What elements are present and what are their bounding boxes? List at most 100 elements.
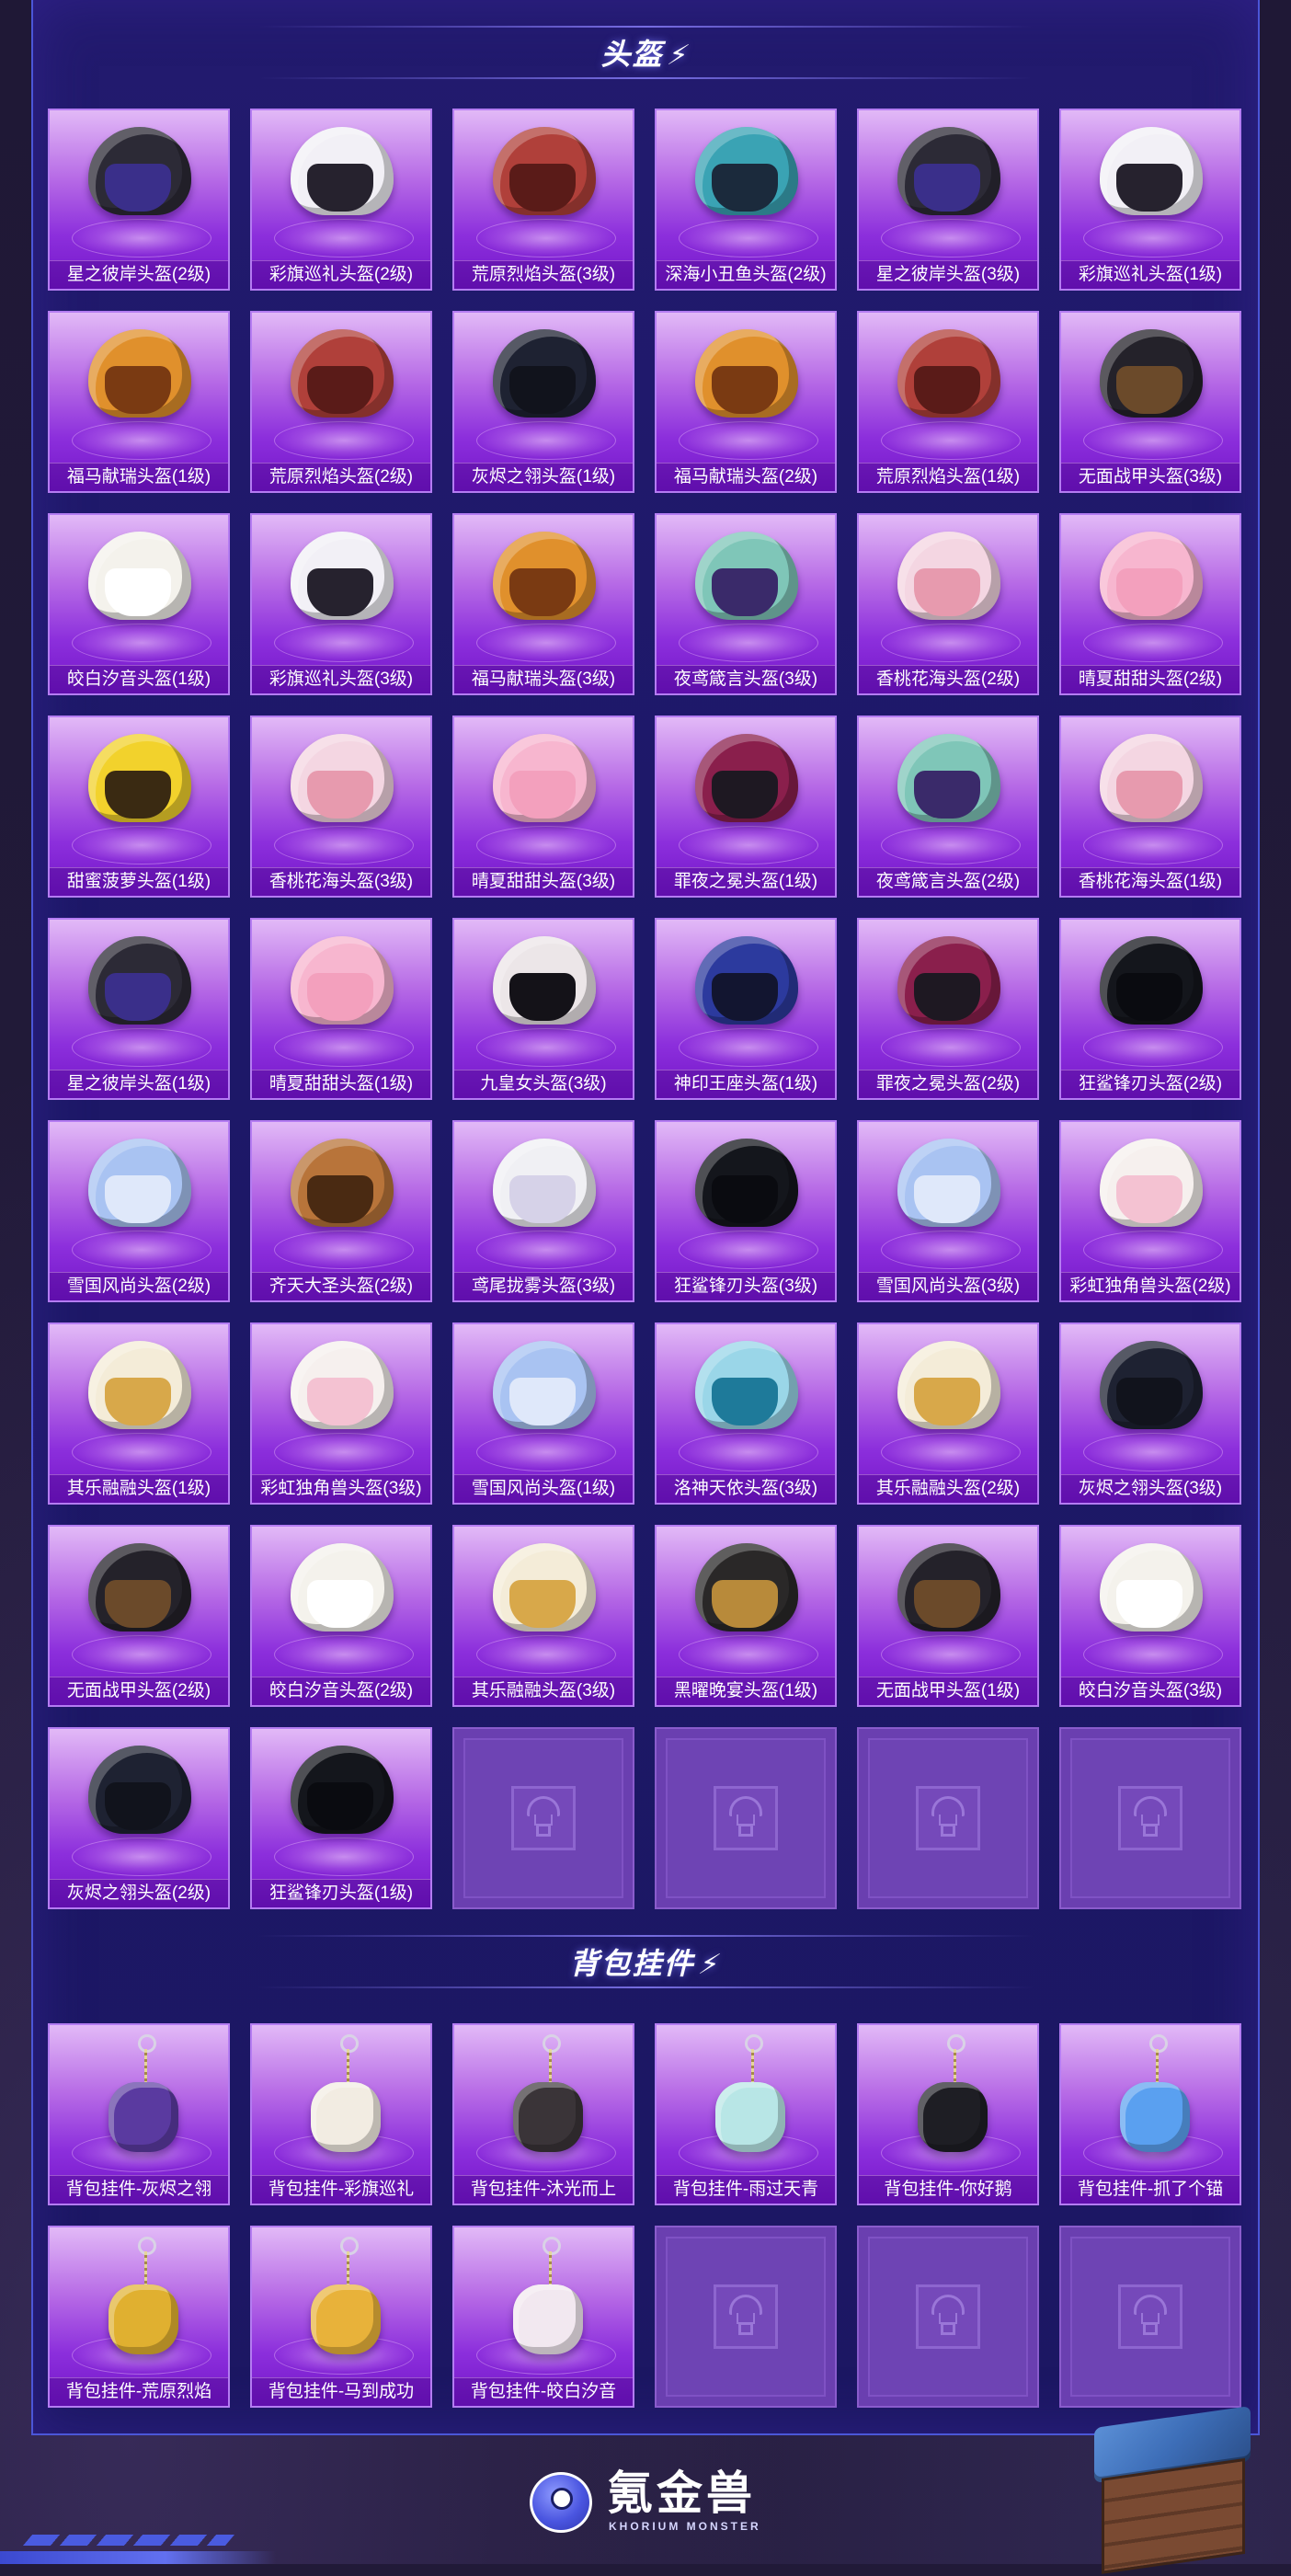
chain-shape (144, 2049, 147, 2086)
helmet-card[interactable]: 狂鲨锋刃头盔(2级) (1059, 918, 1241, 1100)
helmet-visor (105, 771, 171, 819)
helmet-card[interactable]: 晴夏甜甜头盔(1级) (250, 918, 432, 1100)
charm-card[interactable]: 背包挂件-灰烬之翎 (48, 2023, 230, 2205)
brand-name: 氪金兽 (607, 2467, 756, 2519)
helmet-card[interactable]: 福马献瑞头盔(1级) (48, 311, 230, 493)
airdrop-crate-icon (1118, 2284, 1182, 2349)
chain-shape (1156, 2049, 1159, 2086)
helmet-card[interactable]: 香桃花海头盔(1级) (1059, 716, 1241, 898)
helmet-card[interactable]: 星之彼岸头盔(2级) (48, 109, 230, 291)
helmet-card[interactable]: 罪夜之冕头盔(1级) (655, 716, 837, 898)
charm-card[interactable]: 背包挂件-马到成功 (250, 2226, 432, 2408)
helmet-card[interactable]: 其乐融融头盔(2级) (857, 1322, 1039, 1505)
charm-body (513, 2082, 583, 2152)
helmet-label: 彩虹独角兽头盔(2级) (1061, 1272, 1240, 1300)
helmet-card[interactable]: 灰烬之翎头盔(2级) (48, 1727, 230, 1909)
helmet-card[interactable]: 灰烬之翎头盔(3级) (1059, 1322, 1241, 1505)
helmet-grid: 星之彼岸头盔(2级) 彩旗巡礼头盔(2级) 荒原烈焰头盔(3级) 深海小丑鱼头盔(2级… (48, 109, 1243, 1920)
helmet-card[interactable]: 神印王座头盔(1级) (655, 918, 837, 1100)
helmet-card[interactable]: 晴夏甜甜头盔(2级) (1059, 513, 1241, 695)
helmet-icon (88, 1746, 191, 1838)
helmet-label: 香桃花海头盔(3级) (252, 867, 430, 896)
helmet-card[interactable]: 无面战甲头盔(1级) (857, 1525, 1039, 1707)
keyring-shape (1149, 2034, 1168, 2053)
helmet-icon (493, 1139, 596, 1231)
helmet-card[interactable]: 香桃花海头盔(3级) (250, 716, 432, 898)
helmet-card[interactable]: 洛神天依头盔(3级) (655, 1322, 837, 1505)
helmet-card[interactable]: 福马献瑞头盔(3级) (452, 513, 634, 695)
display-pedestal (476, 826, 616, 864)
display-pedestal (274, 826, 414, 864)
helmet-card[interactable]: 福马献瑞头盔(2级) (655, 311, 837, 493)
helmet-card[interactable]: 彩虹独角兽头盔(2级) (1059, 1120, 1241, 1302)
helmet-visor (1116, 164, 1182, 212)
helmet-card[interactable]: 彩旗巡礼头盔(2级) (250, 109, 432, 291)
helmet-icon (493, 1341, 596, 1433)
helmet-card[interactable]: 雪国风尚头盔(2级) (48, 1120, 230, 1302)
helmet-card[interactable]: 皎白汐音头盔(3级) (1059, 1525, 1241, 1707)
charm-card[interactable]: 背包挂件-荒原烈焰 (48, 2226, 230, 2408)
helmet-card[interactable]: 皎白汐音头盔(2级) (250, 1525, 432, 1707)
helmet-card[interactable]: 狂鲨锋刃头盔(1级) (250, 1727, 432, 1909)
helmet-icon (291, 1341, 394, 1433)
helmet-label: 灰烬之翎头盔(2级) (50, 1879, 228, 1907)
helmet-icon (897, 1139, 1000, 1231)
helmet-card[interactable]: 其乐融融头盔(3级) (452, 1525, 634, 1707)
charm-card[interactable]: 背包挂件-彩旗巡礼 (250, 2023, 432, 2205)
helmet-icon (1100, 1341, 1203, 1433)
helmet-card[interactable]: 黑曜晚宴头盔(1级) (655, 1525, 837, 1707)
helmet-visor (712, 1175, 778, 1223)
helmet-card[interactable]: 深海小丑鱼头盔(2级) (655, 109, 837, 291)
lightning-icon: ⚡ (696, 1950, 725, 1980)
helmet-card[interactable]: 无面战甲头盔(3级) (1059, 311, 1241, 493)
helmets-section-title: 头盔⚡ (0, 31, 1291, 74)
helmet-icon (1100, 1139, 1203, 1231)
charm-card[interactable]: 背包挂件-你好鹅 (857, 2023, 1039, 2205)
helmet-card[interactable]: 星之彼岸头盔(3级) (857, 109, 1039, 291)
helmet-label: 夜鸢箴言头盔(3级) (657, 665, 835, 693)
charm-card[interactable]: 背包挂件-雨过天青 (655, 2023, 837, 2205)
charm-card[interactable]: 背包挂件-皎白汐音 (452, 2226, 634, 2408)
helmet-card[interactable]: 荒原烈焰头盔(3级) (452, 109, 634, 291)
helmet-visor (712, 366, 778, 414)
helmet-card[interactable]: 九皇女头盔(3级) (452, 918, 634, 1100)
charm-card[interactable]: 背包挂件-沐光而上 (452, 2023, 634, 2205)
airdrop-crate-icon (714, 2284, 778, 2349)
parachute-shape (729, 1796, 762, 1816)
helmet-card[interactable]: 罪夜之冕头盔(2级) (857, 918, 1039, 1100)
charm-label: 背包挂件-抓了个锚 (1061, 2175, 1240, 2204)
helmet-card[interactable]: 荒原烈焰头盔(1级) (857, 311, 1039, 493)
helmet-card[interactable]: 皎白汐音头盔(1级) (48, 513, 230, 695)
helmet-card[interactable]: 香桃花海头盔(2级) (857, 513, 1039, 695)
helmet-card[interactable]: 狂鲨锋刃头盔(3级) (655, 1120, 837, 1302)
display-pedestal (881, 1231, 1021, 1269)
display-pedestal (1083, 1028, 1223, 1067)
charm-label: 背包挂件-灰烬之翎 (50, 2175, 228, 2204)
helmet-visor (712, 973, 778, 1021)
helmet-card[interactable]: 彩旗巡礼头盔(1级) (1059, 109, 1241, 291)
helmet-icon (291, 734, 394, 826)
helmet-card[interactable]: 荒原烈焰头盔(2级) (250, 311, 432, 493)
helmet-card[interactable]: 雪国风尚头盔(1级) (452, 1322, 634, 1505)
crate-box-shape (536, 1824, 551, 1837)
display-pedestal (476, 1231, 616, 1269)
helmet-visor (105, 973, 171, 1021)
parachute-shape (1134, 2295, 1167, 2315)
helmet-card[interactable]: 星之彼岸头盔(1级) (48, 918, 230, 1100)
crate-box-shape (738, 1824, 753, 1837)
helmet-card[interactable]: 彩虹独角兽头盔(3级) (250, 1322, 432, 1505)
display-pedestal (881, 1433, 1021, 1471)
helmet-card[interactable]: 无面战甲头盔(2级) (48, 1525, 230, 1707)
helmet-card[interactable]: 晴夏甜甜头盔(3级) (452, 716, 634, 898)
helmet-card[interactable]: 灰烬之翎头盔(1级) (452, 311, 634, 493)
helmet-card[interactable]: 齐天大圣头盔(2级) (250, 1120, 432, 1302)
helmet-card[interactable]: 其乐融融头盔(1级) (48, 1322, 230, 1505)
helmet-card[interactable]: 甜蜜菠萝头盔(1级) (48, 716, 230, 898)
helmet-card[interactable]: 夜鸢箴言头盔(3级) (655, 513, 837, 695)
helmet-card[interactable]: 鸢尾拢雾头盔(3级) (452, 1120, 634, 1302)
helmet-card[interactable]: 夜鸢箴言头盔(2级) (857, 716, 1039, 898)
charm-card[interactable]: 背包挂件-抓了个锚 (1059, 2023, 1241, 2205)
display-pedestal (72, 421, 211, 460)
helmet-card[interactable]: 雪国风尚头盔(3级) (857, 1120, 1039, 1302)
helmet-card[interactable]: 彩旗巡礼头盔(3级) (250, 513, 432, 695)
